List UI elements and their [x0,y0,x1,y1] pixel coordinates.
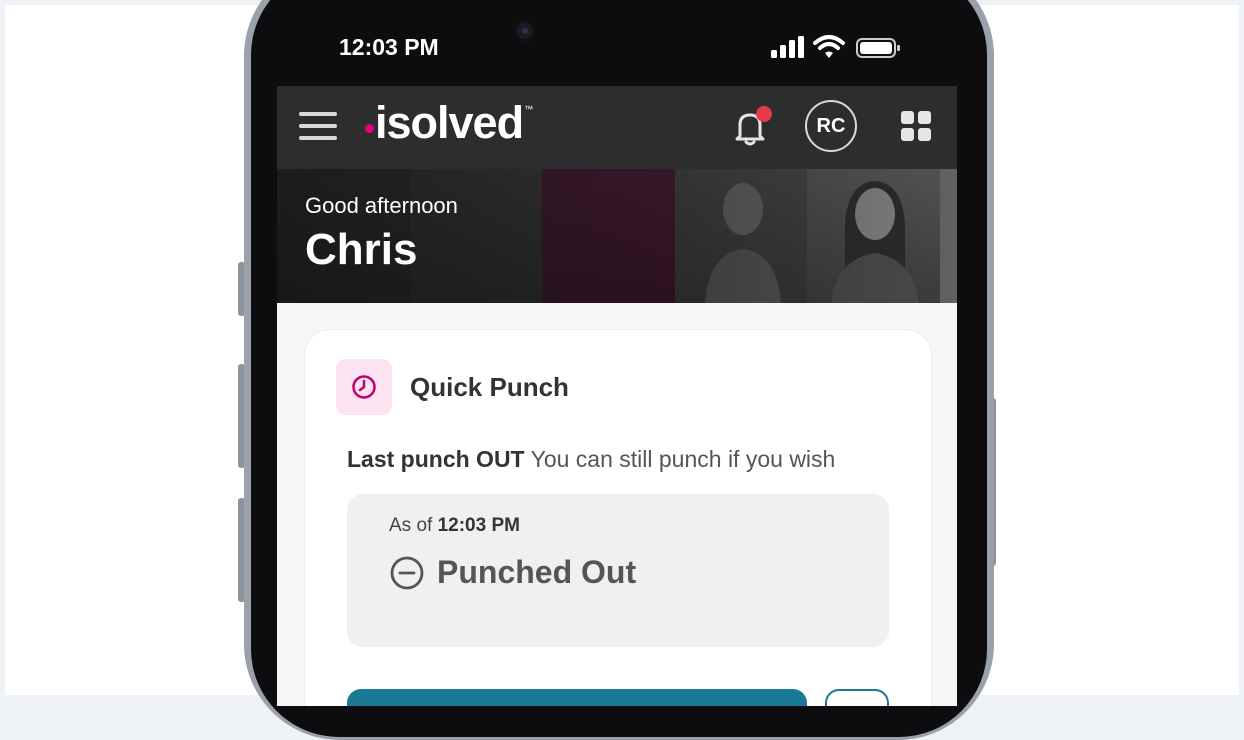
punch-state: Punched Out [389,554,636,591]
as-of-label: As of [389,515,433,536]
punch-in-button[interactable] [347,689,807,706]
wifi-icon [813,35,845,58]
app-header: isolved ™ RC [277,86,957,169]
minus-circle-icon [390,556,424,589]
user-avatar[interactable]: RC [805,100,857,152]
last-punch-note: You can still punch if you wish [530,446,836,472]
quick-punch-card: Quick Punch Last punch OUT You can still… [304,329,932,706]
clock-icon-tile [336,359,392,415]
signal-icon [771,36,804,58]
status-bar-time: 12:03 PM [339,34,439,60]
logo-dot [365,123,374,133]
last-punch-status: Last punch OUT You can still punch if yo… [347,446,835,473]
as-of-time: 12:03 PM [437,515,520,536]
front-camera [514,20,536,42]
last-punch-label: Last punch OUT [347,446,525,472]
punch-status-panel: As of 12:03 PM Punched Out [347,494,889,647]
hamburger-menu-icon[interactable] [299,110,337,142]
greeting-text: Good afternoon [305,193,458,218]
user-first-name: Chris [305,225,418,274]
punch-options-button[interactable] [825,689,889,706]
notifications-bell-icon[interactable] [727,104,773,150]
isolved-logo[interactable]: isolved ™ [365,97,534,148]
welcome-banner: Good afternoon Chris [277,169,957,303]
apps-grid-icon[interactable] [901,111,933,143]
punch-state-text: Punched Out [437,554,637,590]
logo-text: isolved [375,97,524,148]
as-of-line: As of 12:03 PM [389,515,520,537]
logo-trademark: ™ [524,104,534,114]
card-title: Quick Punch [410,372,569,402]
clock-icon [352,375,376,399]
battery-icon [856,38,900,58]
app-screen: isolved ™ RC Good afternoon Chris Quick … [277,86,957,706]
